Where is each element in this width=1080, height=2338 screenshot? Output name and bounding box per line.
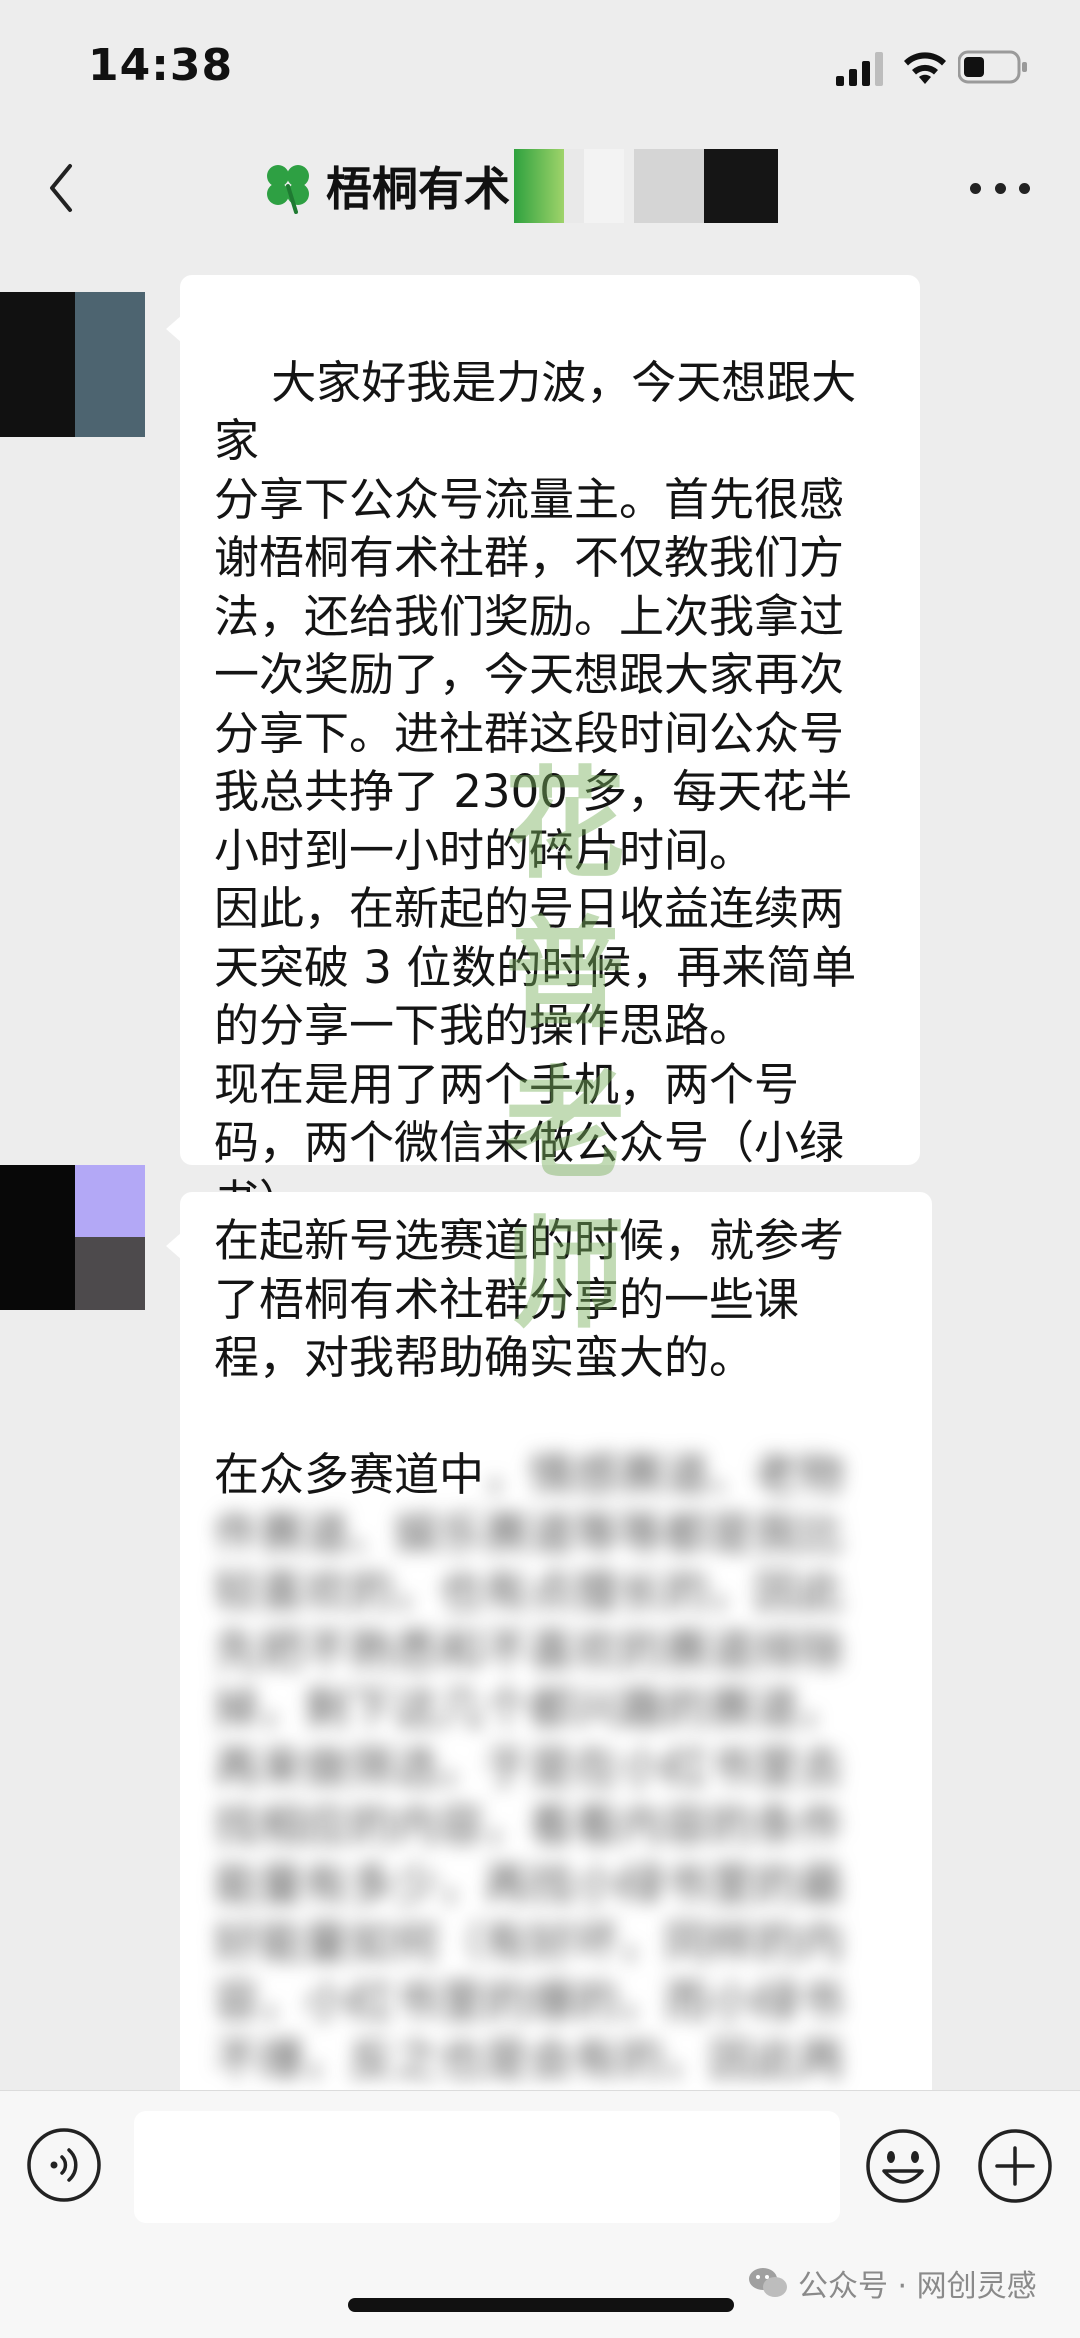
more-options-button[interactable] <box>970 170 1030 206</box>
more-dot-icon <box>994 182 1006 194</box>
battery-icon <box>958 50 1027 84</box>
status-bar: 14:38 <box>0 0 1080 130</box>
wifi-icon <box>904 52 946 84</box>
voice-input-button[interactable] <box>26 2127 102 2203</box>
source-label: 公众号 · 网创灵感 <box>798 2269 1037 2304</box>
blurred-message-text: ，情感赛道、老物 件赛道、娱乐赛道等等都是我比 较喜欢的，也有点擅长的，因此 先… <box>214 1448 845 2086</box>
source-watermark: 公众号 · 网创灵感 <box>748 2261 1037 2305</box>
message-text: 大家好我是力波，今天想跟大家 分享下公众号流量主。首先很感 谢梧桐有术社群，不仅… <box>214 355 857 1228</box>
back-button[interactable] <box>40 158 84 218</box>
home-indicator[interactable] <box>348 2298 734 2312</box>
chat-title: 梧桐有术 <box>260 144 778 228</box>
more-dot-icon <box>970 182 981 194</box>
more-dot-icon <box>1019 182 1030 194</box>
cellular-signal-icon <box>836 52 883 86</box>
add-attachment-button[interactable] <box>976 2127 1054 2205</box>
group-name: 梧桐有术 <box>326 162 510 216</box>
sender-avatar[interactable] <box>0 292 145 437</box>
clover-icon <box>267 165 309 214</box>
message-bubble[interactable]: 大家好我是力波，今天想跟大家 分享下公众号流量主。首先很感 谢梧桐有术社群，不仅… <box>166 275 920 1228</box>
emoji-button[interactable] <box>864 2127 942 2205</box>
message-bubble[interactable]: 在起新号选赛道的时候，就参考 了梧桐有术社群分享的一些课 程，对我帮助确实蛮大的… <box>166 1192 932 2090</box>
chat-header: 梧桐有术 <box>0 130 1080 250</box>
sender-avatar[interactable] <box>0 1165 145 1310</box>
status-time: 14:38 <box>88 40 234 91</box>
wechat-icon <box>749 2268 787 2297</box>
message-list[interactable]: 大家好我是力波，今天想跟大家 分享下公众号流量主。首先很感 谢梧桐有术社群，不仅… <box>0 250 1080 2090</box>
redacted-title-block <box>514 149 778 223</box>
message-input[interactable] <box>134 2111 840 2223</box>
